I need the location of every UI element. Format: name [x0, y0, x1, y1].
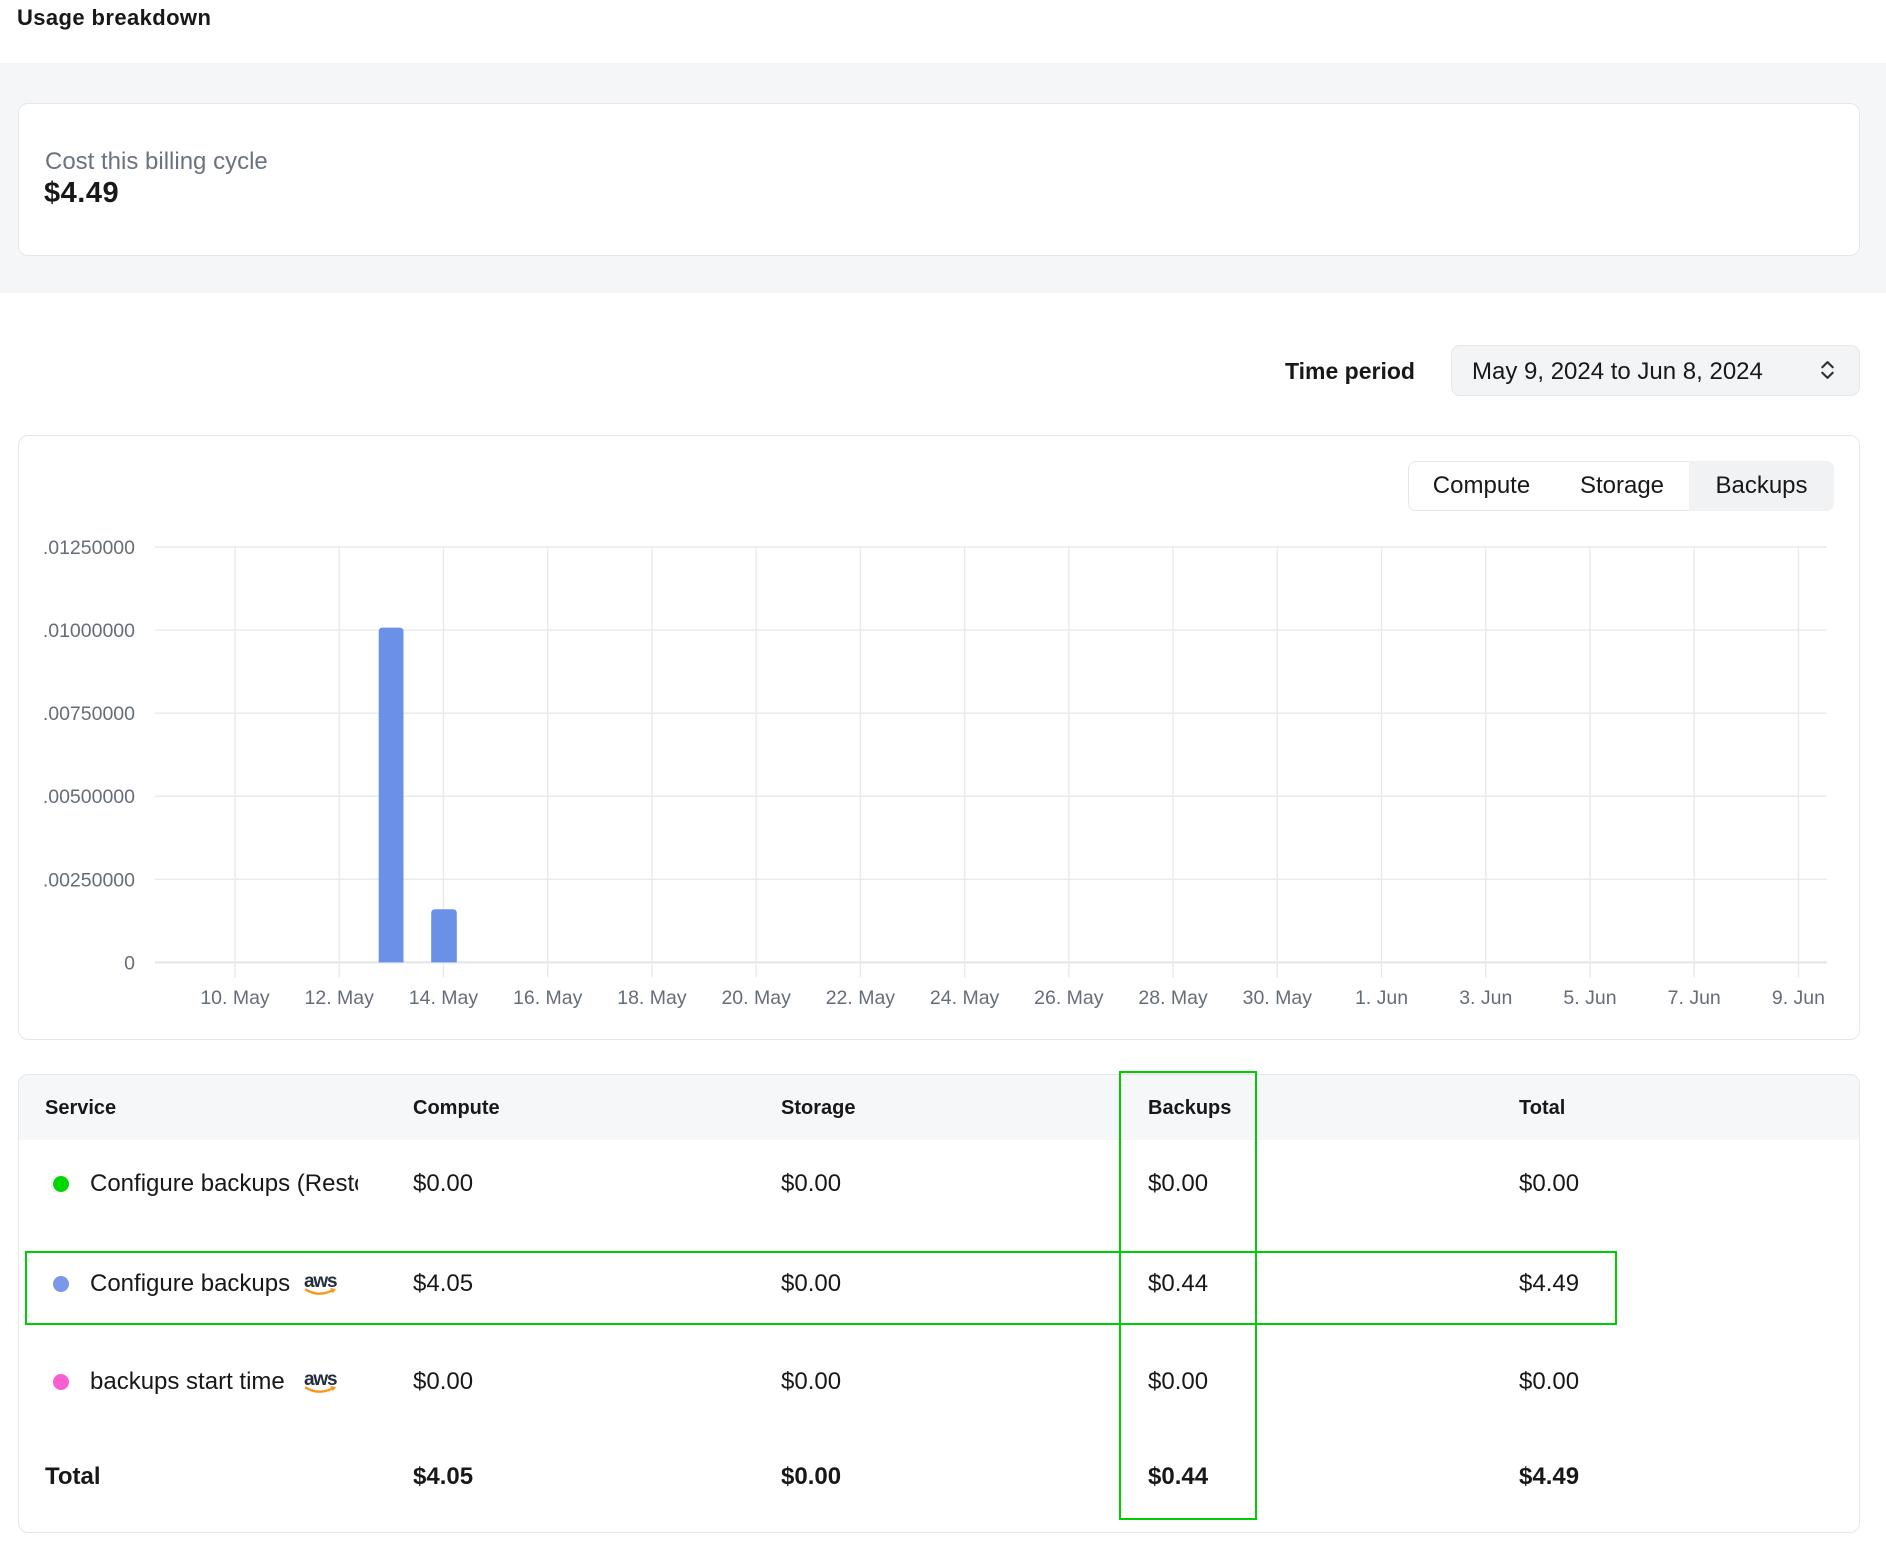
svg-text:7. Jun: 7. Jun: [1668, 987, 1721, 1009]
svg-text:.01000000: .01000000: [43, 620, 135, 642]
svg-text:0: 0: [124, 952, 135, 974]
svg-text:18. May: 18. May: [617, 987, 687, 1009]
svg-text:9. Jun: 9. Jun: [1772, 987, 1825, 1009]
svg-text:10. May: 10. May: [200, 987, 270, 1009]
svg-text:1. Jun: 1. Jun: [1355, 987, 1408, 1009]
svg-text:5. Jun: 5. Jun: [1563, 987, 1616, 1009]
svg-text:28. May: 28. May: [1138, 987, 1208, 1009]
svg-text:.00250000: .00250000: [43, 869, 135, 891]
svg-text:3. Jun: 3. Jun: [1459, 987, 1512, 1009]
svg-text:.01250000: .01250000: [43, 537, 135, 559]
svg-text:20. May: 20. May: [721, 987, 791, 1009]
svg-text:24. May: 24. May: [930, 987, 1000, 1009]
svg-text:26. May: 26. May: [1034, 987, 1104, 1009]
svg-text:22. May: 22. May: [826, 987, 896, 1009]
svg-text:12. May: 12. May: [305, 987, 375, 1009]
svg-text:14. May: 14. May: [409, 987, 479, 1009]
svg-text:30. May: 30. May: [1243, 987, 1313, 1009]
svg-text:.00500000: .00500000: [43, 786, 135, 808]
svg-text:.00750000: .00750000: [43, 703, 135, 725]
svg-text:16. May: 16. May: [513, 987, 583, 1009]
